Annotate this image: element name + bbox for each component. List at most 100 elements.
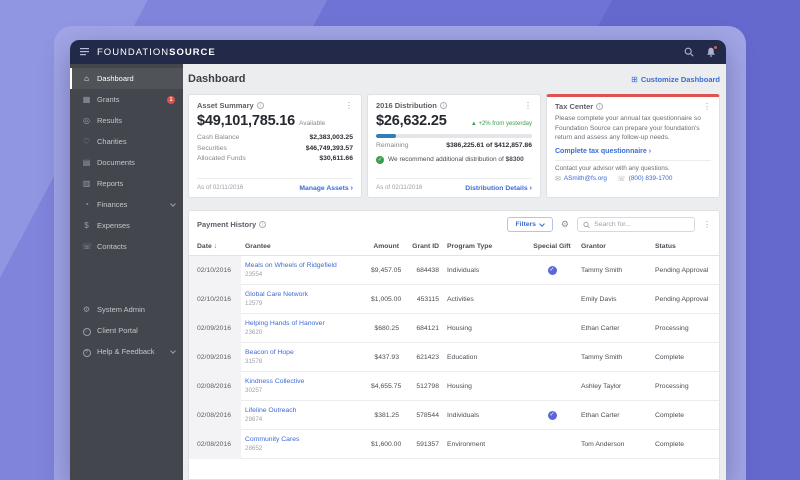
grantee-link[interactable]: Beacon of Hope bbox=[245, 349, 363, 358]
sidebar-item-expenses[interactable]: $ Expenses bbox=[70, 215, 183, 236]
cell-status: Pending Approval bbox=[655, 267, 709, 274]
gear-icon[interactable]: ⚙ bbox=[561, 219, 569, 230]
sidebar-item-label: Reports bbox=[97, 179, 124, 188]
cell-status: Pending Approval bbox=[655, 296, 709, 303]
manage-assets-link[interactable]: Manage Assets › bbox=[299, 183, 353, 192]
filters-button[interactable]: Filters bbox=[506, 217, 553, 232]
tax-center-message: Please complete your annual tax question… bbox=[555, 115, 701, 142]
info-icon[interactable]: i bbox=[439, 102, 447, 109]
column-header-special-gift[interactable]: Special Gift bbox=[527, 243, 577, 250]
grantee-link[interactable]: Kindness Collective bbox=[245, 378, 363, 387]
sidebar-item-charities[interactable]: ♡ Charities bbox=[70, 131, 183, 152]
sort-descending-icon: ↓ bbox=[213, 243, 218, 250]
menu-collapse-icon[interactable] bbox=[80, 48, 90, 56]
sidebar-item-reports[interactable]: ▥ Reports bbox=[70, 173, 183, 194]
sidebar-item-dashboard[interactable]: ⌂ Dashboard bbox=[70, 68, 183, 89]
special-gift-check-icon: ✓ bbox=[547, 266, 557, 275]
sidebar-item-label: Client Portal bbox=[97, 326, 138, 335]
sidebar-item-label: System Admin bbox=[97, 305, 145, 314]
cell-date: 02/08/2016 bbox=[189, 401, 241, 430]
table-row[interactable]: 02/09/2016 Beacon of Hope 31578 $437.93 … bbox=[189, 343, 719, 372]
cell-grantee: Meals on Wheels of Ridgefield 23554 bbox=[241, 262, 367, 279]
sidebar-item-help-feedback[interactable]: ? Help & Feedback bbox=[70, 341, 183, 362]
cell-grant-id: 512798 bbox=[416, 383, 439, 390]
table-search-box[interactable] bbox=[577, 217, 695, 232]
cell-grantor: Ethan Carter bbox=[581, 412, 620, 419]
distribution-progress-bar bbox=[376, 134, 532, 138]
cell-grantor: Emily Davis bbox=[581, 296, 617, 303]
notifications-bell-icon[interactable] bbox=[706, 45, 718, 57]
table-row[interactable]: 02/10/2016 Meals on Wheels of Ridgefield… bbox=[189, 256, 719, 285]
sidebar-item-documents[interactable]: ▤ Documents bbox=[70, 152, 183, 173]
sidebar-item-label: Dashboard bbox=[97, 74, 134, 83]
kebab-menu-icon[interactable]: ⋮ bbox=[524, 101, 532, 110]
kebab-menu-icon[interactable]: ⋮ bbox=[703, 220, 711, 229]
distribution-card: 2016 Distribution i ⋮ $26,632.25 ▲ +2% fr… bbox=[367, 94, 541, 198]
notification-dot bbox=[713, 45, 718, 50]
cell-grant-id: 621423 bbox=[416, 354, 439, 361]
column-header-status[interactable]: Status bbox=[651, 243, 719, 250]
search-icon[interactable] bbox=[684, 47, 694, 57]
email-icon: ✉ bbox=[555, 175, 561, 183]
customize-dashboard-button[interactable]: ⊞ Customize Dashboard bbox=[631, 75, 720, 84]
info-icon[interactable]: i bbox=[596, 103, 604, 110]
search-icon bbox=[583, 221, 590, 228]
cell-status: Processing bbox=[655, 383, 689, 390]
cell-program-type: Individuals bbox=[447, 412, 480, 419]
app-window: FOUNDATIONSOURCE ⌂ Dashboard ▦ Grants 1 … bbox=[70, 40, 726, 480]
grantee-link[interactable]: Community Cares bbox=[245, 436, 363, 445]
kebab-menu-icon[interactable]: ⋮ bbox=[703, 102, 711, 111]
info-icon[interactable]: i bbox=[256, 102, 264, 109]
grantee-link[interactable]: Meals on Wheels of Ridgefield bbox=[245, 262, 363, 271]
complete-tax-questionnaire-link[interactable]: Complete tax questionnaire › bbox=[555, 148, 711, 155]
sidebar-item-label: Expenses bbox=[97, 221, 130, 230]
sidebar-nav: ⌂ Dashboard ▦ Grants 1 ◎ Results ♡ Chari… bbox=[70, 68, 183, 257]
table-row[interactable]: 02/09/2016 Helping Hands of Hanover 2362… bbox=[189, 314, 719, 343]
sidebar-item-finances[interactable]: ◔ Finances bbox=[70, 194, 183, 215]
grantee-link[interactable]: Global Care Network bbox=[245, 291, 363, 300]
chevron-down-icon bbox=[170, 347, 176, 354]
chevron-down-icon bbox=[170, 200, 176, 207]
table-row[interactable]: 02/08/2016 Kindness Collective 30257 $4,… bbox=[189, 372, 719, 401]
sidebar-item-contacts[interactable]: ☏ Contacts bbox=[70, 236, 183, 257]
cell-status: Complete bbox=[655, 441, 685, 448]
cell-grantee: Lifeline Outreach 29874 bbox=[241, 407, 367, 424]
grantee-id: 23620 bbox=[245, 328, 263, 336]
advisor-phone-link[interactable]: ☏ (800) 839-1700 bbox=[617, 175, 672, 183]
grantee-link[interactable]: Lifeline Outreach bbox=[245, 407, 363, 416]
cell-amount: $680.25 bbox=[374, 325, 399, 332]
sidebar-item-system-admin[interactable]: ⚙ System Admin bbox=[70, 299, 183, 320]
grantee-link[interactable]: Helping Hands of Hanover bbox=[245, 320, 363, 329]
sidebar-item-label: Grants bbox=[97, 95, 120, 104]
layout-grid-icon: ⊞ bbox=[631, 74, 638, 84]
tax-center-title: Tax Center i bbox=[555, 102, 604, 111]
column-header-program-type[interactable]: Program Type bbox=[443, 243, 527, 250]
column-header-grantee[interactable]: Grantee bbox=[241, 243, 367, 250]
sidebar-item-results[interactable]: ◎ Results bbox=[70, 110, 183, 131]
search-input[interactable] bbox=[594, 221, 689, 228]
column-header-date[interactable]: Date ↓ bbox=[189, 243, 241, 250]
column-header-grant-id[interactable]: Grant ID bbox=[403, 243, 443, 250]
table-row[interactable]: 02/08/2016 Community Cares 28652 $1,600.… bbox=[189, 430, 719, 459]
advisor-email-link[interactable]: ✉ ASmith@fs.org bbox=[555, 175, 607, 183]
kebab-menu-icon[interactable]: ⋮ bbox=[345, 101, 353, 110]
sidebar-item-client-portal[interactable]: ◦ Client Portal bbox=[70, 320, 183, 341]
top-navigation-bar: FOUNDATIONSOURCE bbox=[70, 40, 726, 64]
column-header-grantor[interactable]: Grantor bbox=[577, 243, 651, 250]
table-row[interactable]: 02/08/2016 Lifeline Outreach 29874 $381.… bbox=[189, 401, 719, 430]
grants-icon: ▦ bbox=[82, 95, 91, 104]
tax-center-card: Tax Center i ⋮ Please complete your annua… bbox=[546, 94, 720, 198]
cell-amount: $1,600.00 bbox=[371, 441, 402, 448]
sidebar-item-label: Charities bbox=[97, 137, 127, 146]
distribution-details-link[interactable]: Distribution Details › bbox=[465, 183, 532, 192]
cell-grantee: Community Cares 28652 bbox=[241, 436, 367, 453]
app-logo: FOUNDATIONSOURCE bbox=[97, 46, 216, 58]
info-icon[interactable]: i bbox=[259, 221, 267, 228]
column-header-amount[interactable]: Amount bbox=[367, 243, 403, 250]
sidebar-item-grants[interactable]: ▦ Grants 1 bbox=[70, 89, 183, 110]
sidebar-item-label: Help & Feedback bbox=[97, 347, 155, 356]
payment-history-title: Payment History i bbox=[197, 220, 267, 229]
table-row[interactable]: 02/10/2016 Global Care Network 12579 $1,… bbox=[189, 285, 719, 314]
cell-amount: $9,457.05 bbox=[371, 267, 402, 274]
cell-date: 02/08/2016 bbox=[189, 430, 241, 459]
